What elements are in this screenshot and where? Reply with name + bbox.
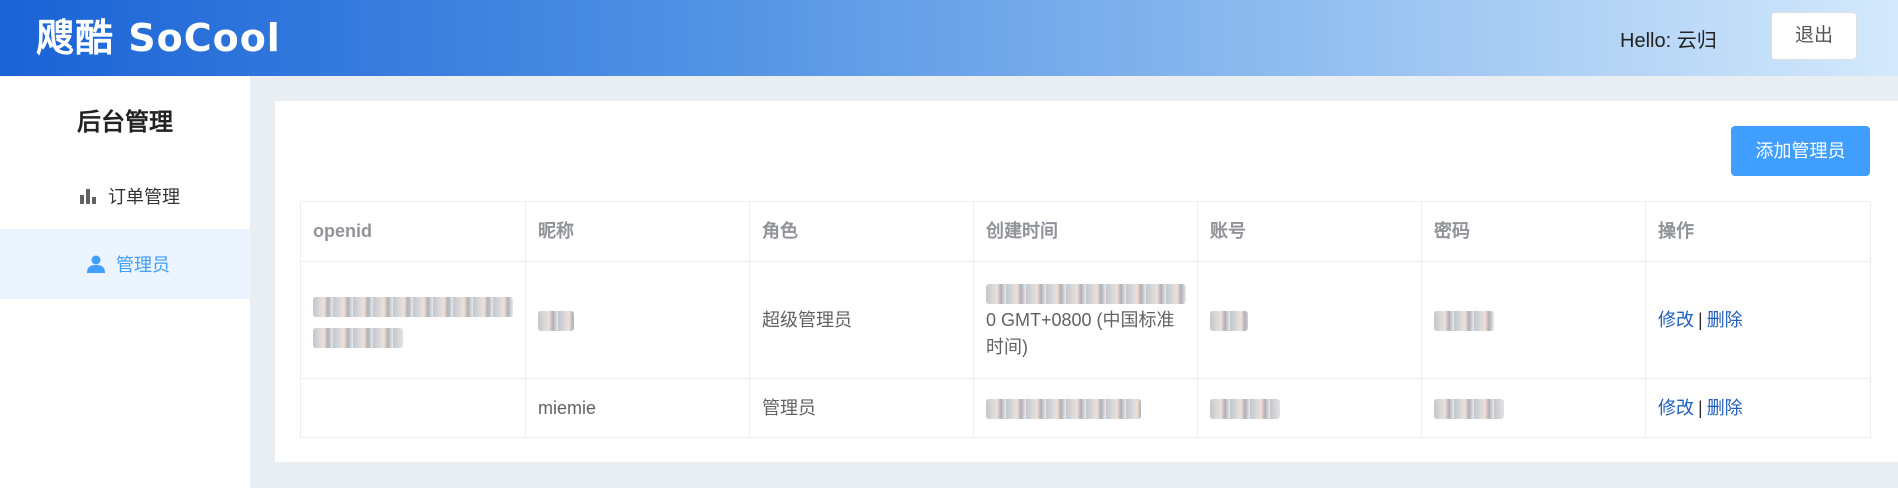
cell-created (973, 378, 1198, 438)
delete-link[interactable]: 删除 (1707, 310, 1743, 330)
cell-role: 超级管理员 (749, 261, 974, 379)
redacted-value (986, 398, 1141, 419)
column-header-nickname: 昵称 (525, 201, 750, 262)
table-row: miemie 管理员 修改 | 删除 (300, 378, 1871, 438)
cell-openid (300, 378, 526, 438)
user-icon (86, 254, 106, 274)
cell-password (1421, 261, 1646, 379)
cell-nickname (525, 261, 750, 379)
cell-created: 0 GMT+0800 (中国标准时间) (973, 261, 1198, 379)
add-admin-button[interactable]: 添加管理员 (1731, 126, 1870, 176)
brand-logo: 飕酷 SoCool (36, 16, 281, 60)
top-bar: 飕酷 SoCool Hello: 云归 退出 (0, 0, 1898, 76)
sidebar-item-label: 订单管理 (108, 187, 180, 207)
cell-account (1197, 261, 1422, 379)
column-header-actions: 操作 (1645, 201, 1871, 262)
edit-link[interactable]: 修改 (1658, 398, 1694, 418)
link-separator: | (1698, 309, 1703, 330)
cell-actions: 修改 | 删除 (1645, 261, 1871, 379)
sidebar-item-orders[interactable]: 订单管理 (0, 161, 250, 231)
table-header-row: openid 昵称 角色 创建时间 账号 密码 操作 (300, 201, 1871, 262)
sidebar-item-label: 管理员 (116, 255, 170, 275)
column-header-role: 角色 (749, 201, 974, 262)
redacted-value (986, 283, 1186, 304)
redacted-value (1210, 398, 1280, 419)
cell-role: 管理员 (749, 378, 974, 438)
redacted-value (538, 310, 574, 331)
sidebar: 后台管理 订单管理 管理员 (0, 76, 250, 488)
table-row: 超级管理员 0 GMT+0800 (中国标准时间) 修改 | 删除 (300, 261, 1871, 379)
user-greeting: Hello: 云归 (1620, 30, 1717, 52)
cell-password (1421, 378, 1646, 438)
cell-actions: 修改 | 删除 (1645, 378, 1871, 438)
bar-chart-icon (78, 186, 98, 206)
cell-account (1197, 378, 1422, 438)
admin-table: openid 昵称 角色 创建时间 账号 密码 操作 超级管理员 0 GMT+0… (300, 201, 1871, 438)
redacted-value (313, 327, 403, 348)
redacted-value (1210, 310, 1248, 331)
redacted-value (1434, 398, 1504, 419)
redacted-value (313, 296, 513, 317)
link-separator: | (1698, 397, 1703, 418)
cell-openid (300, 261, 526, 379)
column-header-password: 密码 (1421, 201, 1646, 262)
column-header-created: 创建时间 (973, 201, 1198, 262)
column-header-openid: openid (300, 201, 526, 262)
edit-link[interactable]: 修改 (1658, 310, 1694, 330)
created-time-text: 0 GMT+0800 (中国标准时间) (986, 309, 1175, 357)
redacted-value (1434, 310, 1494, 331)
cell-nickname: miemie (525, 378, 750, 438)
sidebar-title: 后台管理 (77, 109, 173, 136)
column-header-account: 账号 (1197, 201, 1422, 262)
sidebar-item-admins[interactable]: 管理员 (0, 229, 250, 299)
logout-button[interactable]: 退出 (1771, 12, 1857, 60)
delete-link[interactable]: 删除 (1707, 398, 1743, 418)
